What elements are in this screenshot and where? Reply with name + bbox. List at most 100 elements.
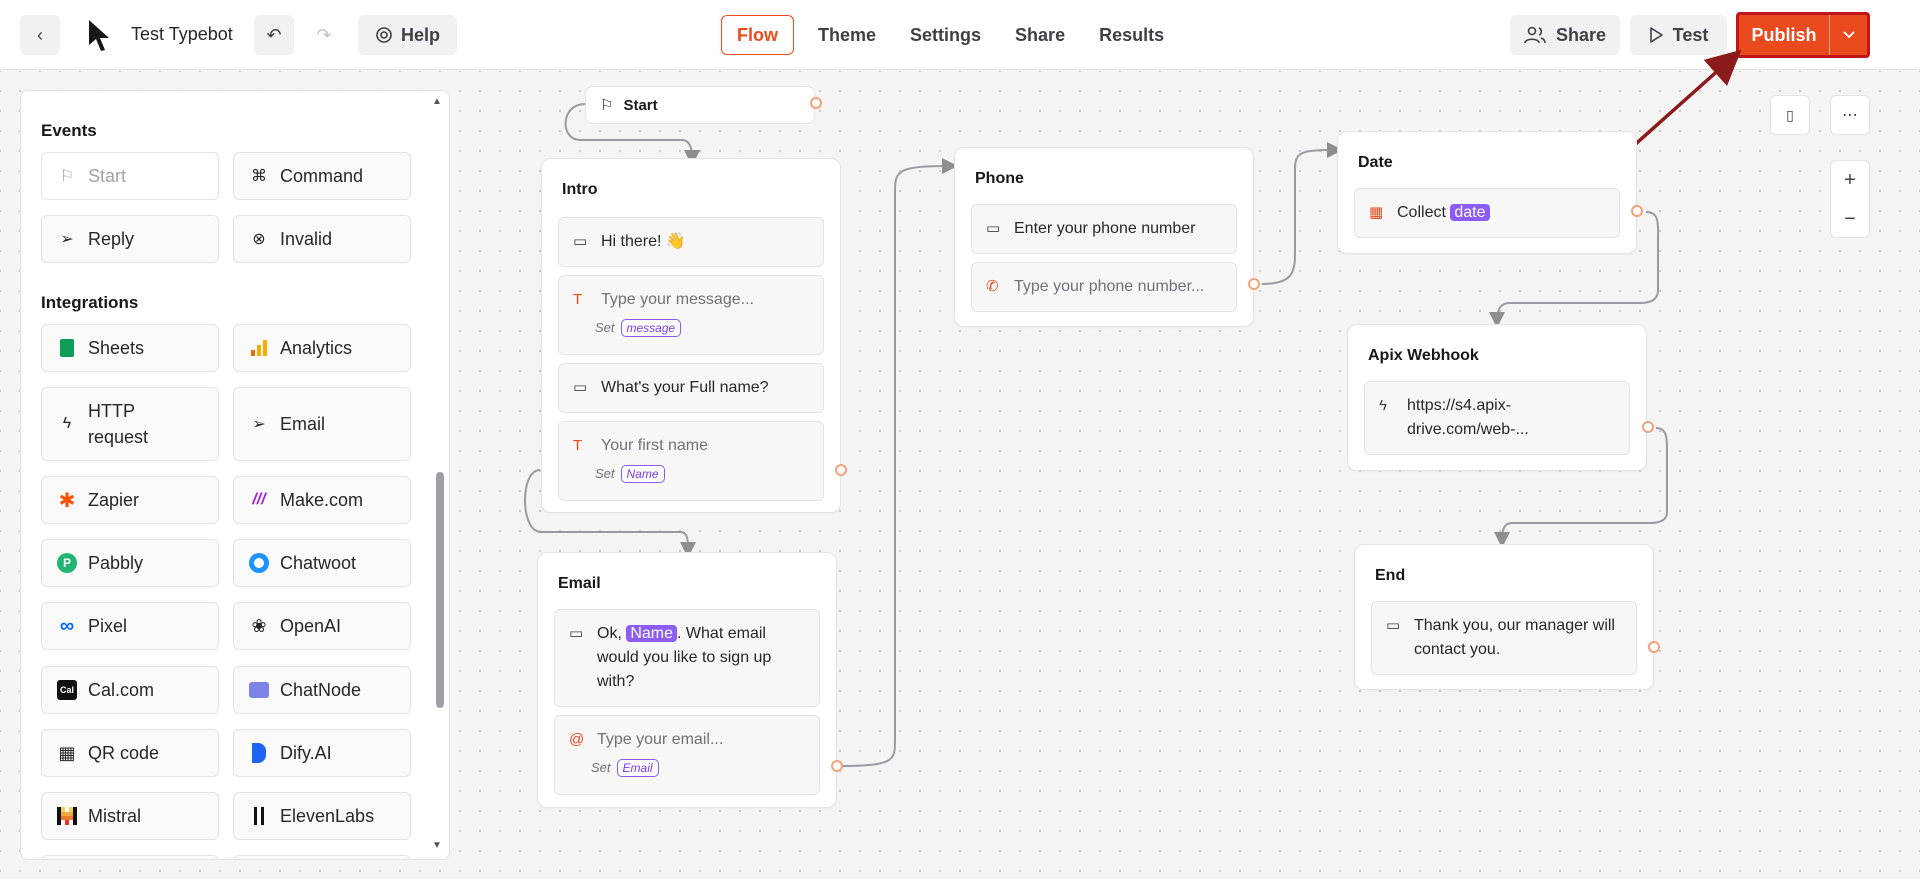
chat-bubble-icon: ▭: [1386, 617, 1401, 634]
x-circle-icon: ⊗: [252, 231, 266, 248]
integration-sheets[interactable]: Sheets: [41, 324, 219, 372]
variable-chip: message: [620, 319, 682, 337]
integration-make[interactable]: /// Make.com: [233, 476, 411, 524]
integration-zapier[interactable]: ✱ Zapier: [41, 476, 219, 524]
publish-options-button[interactable]: [1829, 15, 1867, 55]
integration-more-right[interactable]: [233, 855, 411, 859]
redo-button[interactable]: ↷: [304, 15, 344, 55]
events-section-title: Events: [41, 121, 97, 140]
text-bubble-block[interactable]: ▭ Thank you, our manager will contact yo…: [1371, 601, 1637, 675]
bot-name[interactable]: Test Typebot: [131, 24, 233, 45]
more-icon: ⋯: [1842, 107, 1858, 124]
top-bar: ‹ Test Typebot ↶ ↷ Help Flow Theme Setti…: [0, 0, 1920, 70]
integrations-section-title: Integrations: [41, 293, 139, 312]
back-button[interactable]: ‹: [20, 15, 60, 55]
tab-share[interactable]: Share: [999, 15, 1081, 55]
phone-input-block[interactable]: ✆ Type your phone number...: [971, 262, 1237, 312]
tab-results[interactable]: Results: [1083, 15, 1180, 55]
phone-output-port[interactable]: [1248, 278, 1260, 290]
start-output-port[interactable]: [810, 97, 822, 109]
webhook-output-port[interactable]: [1642, 421, 1654, 433]
zoom-in-icon[interactable]: +: [1831, 161, 1869, 200]
test-button[interactable]: Test: [1630, 15, 1727, 55]
publish-button[interactable]: Publish: [1739, 15, 1829, 55]
text-input-icon: T: [573, 437, 583, 454]
integration-calcom[interactable]: Cal Cal.com: [41, 666, 219, 714]
help-label: Help: [400, 24, 440, 45]
help-button[interactable]: Help: [358, 15, 457, 55]
event-command[interactable]: ⌘ Command: [233, 152, 411, 200]
chevron-left-icon: ‹: [37, 24, 43, 45]
text-input-block[interactable]: T Type your message... Set message: [558, 275, 824, 355]
date-output-port[interactable]: [1631, 205, 1643, 217]
calcom-icon: Cal: [56, 679, 78, 701]
scroll-down-icon[interactable]: ▼: [432, 840, 442, 851]
at-icon: @: [569, 731, 585, 748]
start-node[interactable]: ⚐ Start: [585, 86, 815, 124]
tab-settings[interactable]: Settings: [894, 15, 997, 55]
text-bubble-block[interactable]: ▭ What's your Full name?: [558, 363, 824, 413]
webhook-block[interactable]: ϟ https://s4.apix-drive.com/web-...: [1364, 381, 1630, 455]
group-phone[interactable]: Phone ▭ Enter your phone number ✆ Type y…: [954, 147, 1254, 327]
text-input-block[interactable]: T Your first name Set Name: [558, 421, 824, 501]
text-bubble-block[interactable]: ▭ Ok, Name. What email would you like to…: [554, 609, 820, 707]
group-end[interactable]: End ▭ Thank you, our manager will contac…: [1354, 544, 1654, 690]
tab-flow[interactable]: Flow: [721, 15, 794, 55]
redo-icon: ↷: [316, 24, 332, 45]
openai-icon: ❀: [251, 615, 267, 636]
zoom-out-icon[interactable]: −: [1831, 200, 1869, 239]
tab-theme[interactable]: Theme: [802, 15, 892, 55]
integration-more-left[interactable]: [41, 855, 219, 859]
end-output-port[interactable]: [1648, 641, 1660, 653]
sheets-icon: [56, 337, 78, 359]
scroll-up-icon[interactable]: ▲: [432, 96, 442, 107]
event-invalid[interactable]: ⊗ Invalid: [233, 215, 411, 263]
analytics-icon: [248, 337, 270, 359]
date-input-block[interactable]: ▦ Collect date: [1354, 188, 1620, 238]
group-date[interactable]: Date ▦ Collect date: [1337, 131, 1637, 254]
integration-email[interactable]: ➢ Email: [233, 387, 411, 461]
play-icon: [1649, 27, 1663, 43]
command-icon: ⌘: [251, 168, 267, 185]
undo-icon: ↶: [266, 24, 282, 45]
group-intro[interactable]: Intro ▭ Hi there! 👋 T Type your message.…: [541, 158, 841, 513]
flag-icon: ⚐: [600, 97, 614, 114]
integration-mistral[interactable]: Mistral: [41, 792, 219, 840]
more-options-button[interactable]: ⋯: [1830, 95, 1870, 135]
integration-pabbly[interactable]: P Pabbly: [41, 539, 219, 587]
text-bubble-block[interactable]: ▭ Hi there! 👋: [558, 217, 824, 267]
group-email[interactable]: Email ▭ Ok, Name. What email would you l…: [537, 552, 837, 808]
lifebuoy-icon: [376, 27, 392, 43]
text-bubble-block[interactable]: ▭ Enter your phone number: [971, 204, 1237, 254]
integration-chatnode[interactable]: ChatNode: [233, 666, 411, 714]
integration-qr-code[interactable]: ▦ QR code: [41, 729, 219, 777]
undo-button[interactable]: ↶: [254, 15, 294, 55]
variable-chip: Name: [626, 625, 678, 642]
pabbly-icon: P: [56, 552, 78, 574]
integration-analytics[interactable]: Analytics: [233, 324, 411, 372]
nav-tabs: Flow Theme Settings Share Results: [721, 15, 1182, 55]
flag-icon: ⚐: [59, 168, 75, 185]
integration-chatwoot[interactable]: Chatwoot: [233, 539, 411, 587]
meta-icon: ∞: [59, 614, 75, 637]
dify-icon: [248, 742, 270, 764]
export-button[interactable]: ▯: [1770, 95, 1810, 135]
variable-chip: date: [1450, 204, 1490, 221]
chatwoot-icon: [248, 552, 270, 574]
integration-pixel[interactable]: ∞ Pixel: [41, 602, 219, 650]
share-label: Share: [1555, 24, 1607, 45]
integration-openai[interactable]: ❀ OpenAI: [233, 602, 411, 650]
event-reply[interactable]: ➢ Reply: [41, 215, 219, 263]
make-icon: ///: [252, 491, 266, 508]
group-apix-webhook[interactable]: Apix Webhook ϟ https://s4.apix-drive.com…: [1347, 324, 1647, 471]
email-output-port[interactable]: [831, 760, 843, 772]
sidebar-scrollbar[interactable]: [436, 472, 444, 708]
bolt-icon: ϟ: [62, 415, 72, 432]
integration-dify[interactable]: Dify.AI: [233, 729, 411, 777]
share-button[interactable]: Share: [1510, 15, 1620, 55]
calendar-icon: ▦: [1369, 204, 1384, 221]
integration-http-request[interactable]: ϟ HTTP request: [41, 387, 219, 461]
email-input-block[interactable]: @ Type your email... Set Email: [554, 715, 820, 795]
intro-output-port[interactable]: [835, 464, 847, 476]
integration-elevenlabs[interactable]: ElevenLabs: [233, 792, 411, 840]
